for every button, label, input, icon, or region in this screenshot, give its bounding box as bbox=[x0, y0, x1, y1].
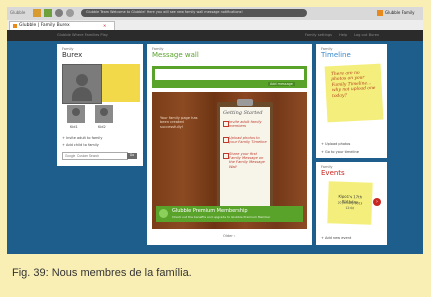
stats-icon[interactable] bbox=[44, 9, 52, 17]
folder-icon[interactable] bbox=[33, 9, 41, 17]
clipboard-paper: Getting Started Invite adult family memb… bbox=[220, 107, 270, 207]
person-body-icon bbox=[72, 87, 92, 101]
older-link[interactable]: Older › bbox=[223, 234, 235, 238]
notification-text: Glubble Team Welcome to Glubble! Here yo… bbox=[86, 10, 243, 14]
figure-caption: Fig. 39: Nous membres de la família. bbox=[12, 267, 192, 279]
screenshot: Glubble Glubble Team Welcome to Glubble!… bbox=[7, 7, 423, 254]
events-panel: Family Events Kipo1's 17th Birthday 20 J… bbox=[316, 162, 387, 245]
browser-app-label: Glubble bbox=[10, 10, 26, 15]
checklist-item-invite[interactable]: Invite adult family members bbox=[229, 120, 268, 128]
shield-icon[interactable] bbox=[55, 9, 63, 17]
clipboard-clip bbox=[237, 99, 253, 106]
clipboard-title: Getting Started bbox=[223, 110, 263, 116]
link-logout[interactable]: Log out Burex bbox=[354, 33, 379, 37]
add-child-link[interactable]: + Add child to family bbox=[62, 143, 99, 147]
message-input[interactable]: Add message bbox=[152, 66, 307, 88]
kid1-name[interactable]: Kid1 bbox=[70, 125, 78, 129]
timeline-title: Timeline bbox=[321, 51, 351, 59]
kid1-avatar[interactable] bbox=[67, 105, 85, 123]
family-panel: Family Burex Kid1 Kid2 + Invite adult to… bbox=[57, 44, 143, 166]
invite-adult-link[interactable]: + Invite adult to family bbox=[62, 136, 102, 140]
app-header: Glubble Where Families Play Family setti… bbox=[7, 30, 423, 41]
events-title: Events bbox=[321, 169, 345, 177]
tab-favicon-icon bbox=[13, 24, 17, 28]
search-input[interactable] bbox=[62, 152, 128, 160]
extension-label[interactable]: Glubble Family bbox=[385, 10, 415, 15]
checklist-item-share[interactable]: Share your first Family Message on the F… bbox=[229, 152, 268, 169]
link-family-settings[interactable]: Family settings bbox=[305, 33, 332, 37]
gear-icon[interactable] bbox=[66, 9, 74, 17]
message-textarea[interactable] bbox=[155, 69, 304, 80]
kid2-name[interactable]: Kid2 bbox=[98, 125, 106, 129]
family-yellow-slot[interactable] bbox=[102, 64, 140, 102]
tab-close-icon[interactable]: ✕ bbox=[103, 23, 106, 28]
figure-frame: Glubble Glubble Team Welcome to Glubble!… bbox=[0, 0, 431, 297]
person-silhouette-icon bbox=[100, 108, 108, 116]
event-next-arrow-icon[interactable]: › bbox=[373, 198, 381, 206]
search-button[interactable]: Go bbox=[127, 153, 137, 159]
kid2-avatar[interactable] bbox=[95, 105, 113, 123]
add-message-button[interactable]: Add message bbox=[268, 82, 295, 86]
person-silhouette-icon bbox=[72, 108, 80, 116]
premium-subtitle: Check out the benefits and upgrade to Gl… bbox=[172, 215, 271, 219]
glubble-extension-icon[interactable] bbox=[377, 10, 383, 16]
getting-started-clipboard: Getting Started Invite adult family memb… bbox=[217, 99, 273, 210]
premium-star-icon bbox=[159, 209, 168, 218]
wall-board: Your family page has been created succes… bbox=[152, 92, 307, 229]
app-tagline: Glubble Where Families Play bbox=[57, 33, 108, 37]
event-note-time: 12:00 bbox=[345, 205, 355, 211]
add-event-link[interactable]: + Add new event bbox=[321, 236, 351, 240]
premium-title: Glubble Premium Membership bbox=[172, 208, 248, 214]
timeline-sticky-note: There are no photos on your Family Timel… bbox=[324, 63, 384, 123]
checklist-item-upload[interactable]: Upload photos to your Family Timeline bbox=[229, 136, 268, 144]
person-silhouette-icon bbox=[76, 74, 88, 86]
timeline-panel: Family Timeline There are no photos on y… bbox=[316, 44, 387, 158]
message-wall-panel: Family Message wall Add message Your fam… bbox=[147, 44, 312, 245]
tab-title: Glubble | Family Burex bbox=[19, 23, 70, 28]
goto-timeline-link[interactable]: + Go to your timeline bbox=[321, 150, 359, 154]
link-help[interactable]: Help bbox=[339, 33, 347, 37]
premium-banner[interactable]: Glubble Premium Membership Check out the… bbox=[156, 206, 303, 222]
empty-wall-note: Your family page has been created succes… bbox=[160, 116, 198, 129]
family-name: Burex bbox=[62, 51, 83, 59]
browser-toolbar: Glubble Glubble Team Welcome to Glubble!… bbox=[7, 7, 423, 20]
upload-photos-link[interactable]: + Upload photos bbox=[321, 142, 350, 146]
wall-title: Message wall bbox=[152, 51, 199, 59]
timeline-note-text: There are no photos on your Family Timel… bbox=[330, 70, 376, 99]
family-photo-slot[interactable] bbox=[62, 64, 102, 104]
event-sticky-note[interactable]: Kipo1's 17th Birthday 20 January 2013 12… bbox=[327, 181, 373, 225]
